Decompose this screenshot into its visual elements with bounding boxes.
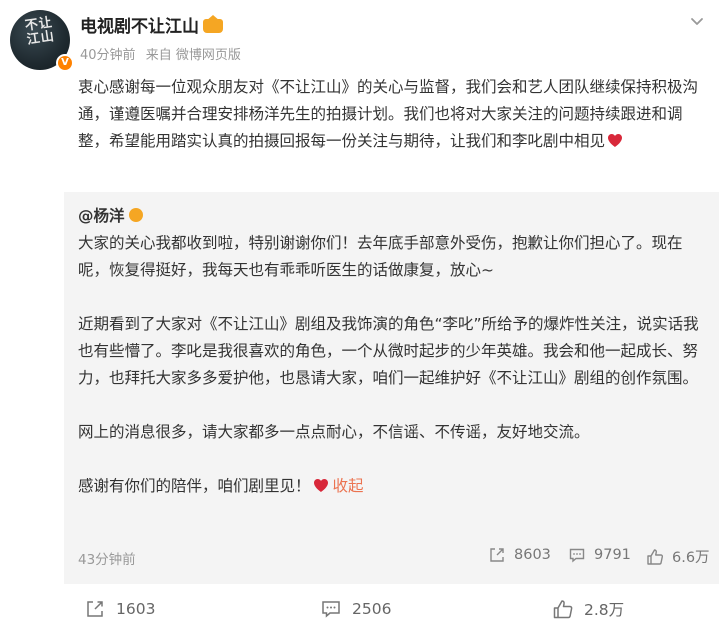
- repost-share-button[interactable]: 8603: [488, 546, 551, 564]
- repost-author[interactable]: @杨洋: [78, 204, 143, 226]
- like-button[interactable]: 2.8万: [552, 598, 624, 620]
- username[interactable]: 电视剧不让江山: [80, 12, 223, 37]
- share-icon: [87, 601, 103, 617]
- post-time[interactable]: 40分钟前: [80, 48, 136, 63]
- repost-comment-button[interactable]: 9791: [568, 546, 631, 564]
- avatar-logo-text: 不让江山: [24, 15, 56, 48]
- repost-paragraph: 大家的关心我都收到啦，特别谢谢你们！去年底手部意外受伤，抱歉让你们担心了。现在呢…: [78, 234, 683, 279]
- chevron-down-icon[interactable]: [688, 12, 706, 30]
- member-crown-icon: [203, 15, 223, 33]
- username-text[interactable]: 电视剧不让江山: [80, 17, 199, 37]
- repost-like-count: 6.6万: [672, 550, 710, 566]
- heart-icon: [313, 479, 328, 492]
- repost-like-button[interactable]: 6.6万: [646, 546, 710, 567]
- collapse-link[interactable]: 收起: [333, 477, 364, 495]
- share-icon: [490, 548, 504, 562]
- repost-paragraph: 近期看到了大家对《不让江山》剧组及我饰演的角色“李叱”所给予的爆炸性关注，说实话…: [78, 315, 699, 387]
- repost-count: 1603: [116, 600, 156, 618]
- repost-paragraph-text: 感谢有你们的陪伴，咱们剧里见！: [78, 477, 311, 495]
- repost-footer: 43分钟前 8603 9791 6.6万: [78, 546, 710, 570]
- repost-body: 大家的关心我都收到啦，特别谢谢你们！去年底手部意外受伤，抱歉让你们担心了。现在呢…: [78, 230, 706, 500]
- comment-icon: [322, 601, 340, 618]
- repost-author-name[interactable]: @杨洋: [78, 207, 125, 225]
- post-meta: 40分钟前 来自 微博网页版: [80, 44, 247, 63]
- comment-count: 2506: [352, 600, 392, 618]
- comment-icon: [569, 548, 585, 563]
- repost-time[interactable]: 43分钟前: [78, 548, 136, 568]
- comment-button[interactable]: 2506: [320, 598, 391, 620]
- like-count: 2.8万: [584, 601, 625, 619]
- post-action-bar: 1603 2506 2.8万: [64, 598, 719, 632]
- repost-comment-count: 9791: [594, 547, 631, 563]
- repost-button[interactable]: 1603: [84, 598, 155, 620]
- reposted-post[interactable]: @杨洋 大家的关心我都收到啦，特别谢谢你们！去年底手部意外受伤，抱歉让你们担心了…: [64, 192, 719, 584]
- post-header: 不让江山 V 电视剧不让江山 40分钟前 来自 微博网页版: [10, 8, 710, 72]
- repost-paragraph: 网上的消息很多，请大家都多一点点耐心，不信谣、不传谣，友好地交流。: [78, 423, 590, 441]
- post-source: 来自 微博网页版: [145, 48, 241, 63]
- member-badge-icon: [128, 208, 143, 222]
- post-body: 衷心感谢每一位观众朋友对《不让江山》的关心与监督，我们会和艺人团队继续保持积极沟…: [78, 74, 708, 155]
- heart-icon: [608, 134, 623, 147]
- verified-badge-icon: V: [56, 54, 74, 72]
- repost-share-count: 8603: [514, 547, 551, 563]
- repost-paragraph-last: 感谢有你们的陪伴，咱们剧里见！ 收起: [78, 473, 706, 500]
- post-text: 衷心感谢每一位观众朋友对《不让江山》的关心与监督，我们会和艺人团队继续保持积极沟…: [78, 78, 699, 150]
- thumbs-up-icon: [647, 548, 664, 565]
- thumbs-up-icon: [553, 600, 573, 619]
